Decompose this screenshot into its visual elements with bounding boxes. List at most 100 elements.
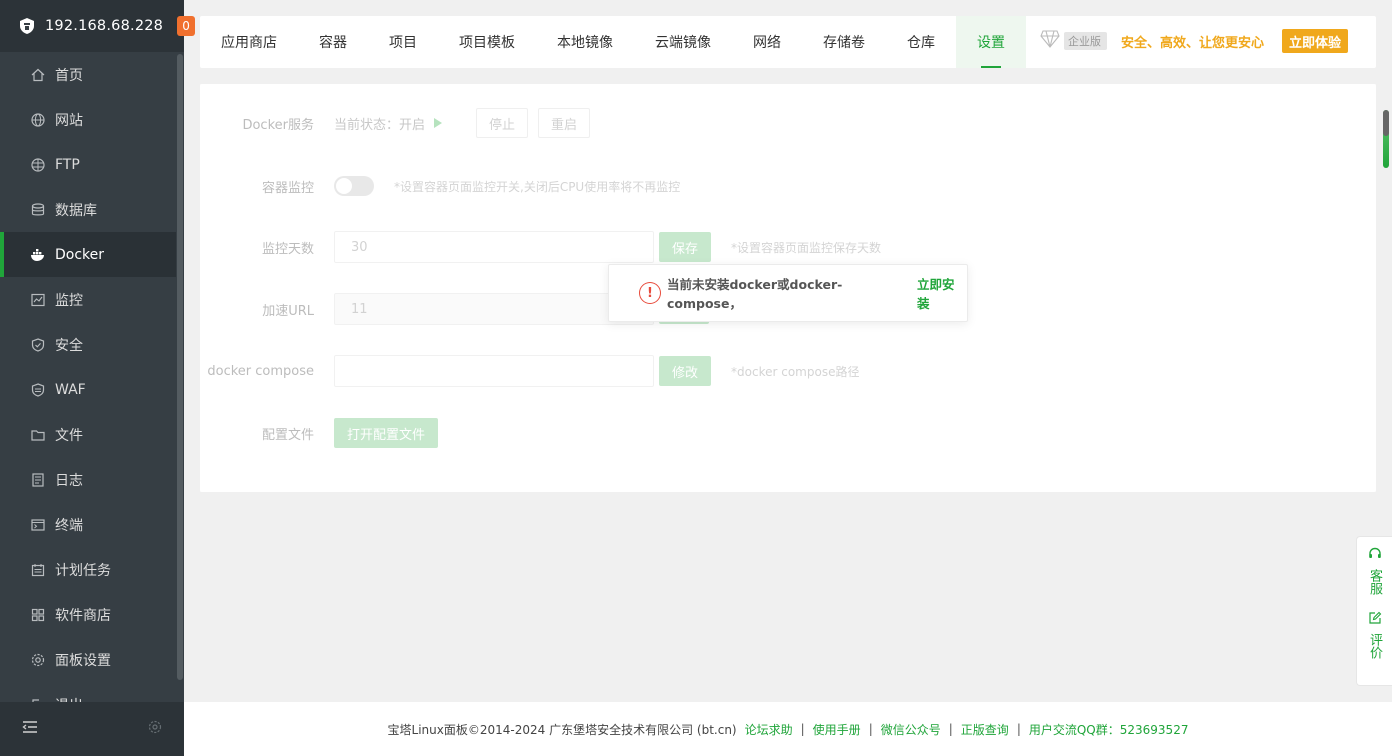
sidebar-item-label: FTP	[55, 156, 80, 173]
sidebar-item-logs[interactable]: 日志	[0, 457, 176, 502]
customer-service-button[interactable]: 客服	[1367, 547, 1382, 595]
calendar-icon	[30, 562, 46, 578]
footer-link-wechat[interactable]: 微信公众号	[881, 721, 941, 738]
sidebar-item-label: 终端	[55, 517, 83, 534]
monitor-days-label: 监控天数	[261, 241, 314, 257]
tab-volumes[interactable]: 存储卷	[802, 16, 886, 68]
footer-qq-group[interactable]: 用户交流QQ群：523693527	[1029, 721, 1189, 738]
docker-tab-bar: 应用商店 容器 项目 项目模板 本地镜像 云端镜像 网络 存储卷 仓库 设置 企…	[200, 16, 1376, 68]
footer-link-forum[interactable]: 论坛求助	[745, 721, 793, 738]
log-icon	[30, 472, 46, 488]
home-icon	[30, 67, 46, 83]
sidebar-item-label: 文件	[55, 427, 83, 444]
footer-separator: |	[948, 722, 953, 736]
terminal-icon	[30, 517, 46, 533]
sidebar-item-security[interactable]: 安全	[0, 322, 176, 367]
footer-link-manual[interactable]: 使用手册	[813, 721, 861, 738]
tab-local-images[interactable]: 本地镜像	[536, 16, 634, 68]
sidebar-item-waf[interactable]: WAF	[0, 367, 176, 412]
monitor-days-controls: 30 保存 *设置容器页面监控保存天数	[334, 231, 881, 263]
status-prefix: 当前状态：	[334, 117, 400, 133]
sidebar-item-cron[interactable]: 计划任务	[0, 547, 176, 592]
tab-settings[interactable]: 设置	[956, 16, 1026, 68]
restart-button[interactable]: 重启	[538, 108, 591, 138]
sidebar-item-store[interactable]: 软件商店	[0, 592, 176, 637]
monitor-days-hint: *设置容器页面监控保存天数	[731, 240, 882, 255]
collapse-menu-icon[interactable]	[22, 720, 38, 738]
sidebar-item-label: 日志	[55, 472, 83, 489]
review-button[interactable]: 评价	[1367, 611, 1382, 659]
page-scrollbar[interactable]	[1382, 110, 1390, 170]
tab-project-templates[interactable]: 项目模板	[438, 16, 536, 68]
footer-link-license[interactable]: 正版查询	[961, 721, 1009, 738]
sidebar-item-label: Docker	[55, 246, 105, 263]
sidebar-item-home[interactable]: 首页	[0, 52, 176, 97]
gear-icon[interactable]	[148, 720, 162, 738]
footer-separator: |	[868, 722, 873, 736]
open-config-button[interactable]: 打开配置文件	[334, 418, 439, 448]
monitor-toggle[interactable]	[334, 176, 374, 196]
sidebar-item-label: 监控	[55, 292, 83, 309]
sidebar-header: 192.168.68.228 0	[0, 0, 196, 52]
tab-registry[interactable]: 仓库	[886, 16, 956, 68]
copyright-text: 宝塔Linux面板©2014-2024 广东堡塔安全技术有限公司 (bt.cn)	[387, 722, 737, 737]
folder-icon	[30, 427, 46, 443]
tab-cloud-images[interactable]: 云端镜像	[634, 16, 732, 68]
container-monitor-label: 容器监控	[261, 180, 314, 196]
database-icon	[30, 202, 46, 218]
sidebar-item-label: 首页	[55, 67, 83, 84]
compose-path-label: docker compose	[207, 363, 314, 379]
stop-button[interactable]: 停止	[476, 108, 529, 138]
modify-button[interactable]: 修改	[659, 356, 712, 386]
sidebar-item-files[interactable]: 文件	[0, 412, 176, 457]
gear-icon	[30, 652, 46, 668]
server-ip[interactable]: 192.168.68.228	[45, 18, 163, 34]
ftp-icon	[30, 157, 46, 173]
sidebar-item-ftp[interactable]: FTP	[0, 142, 176, 187]
sidebar-item-logout[interactable]: 退出	[0, 682, 176, 702]
sidebar-item-label: 面板设置	[55, 652, 111, 669]
sidebar-scrollbar[interactable]	[176, 52, 184, 702]
try-now-button[interactable]: 立即体验	[1281, 29, 1348, 53]
notification-badge[interactable]: 0	[177, 16, 196, 36]
compose-path-input[interactable]	[334, 355, 654, 387]
container-monitor-controls: *设置容器页面监控开关,关闭后CPU使用率将不再监控	[334, 176, 680, 196]
sidebar-item-label: 安全	[55, 337, 83, 354]
shield-icon	[30, 337, 46, 353]
warning-text: 当前未安装docker或docker-compose，	[666, 277, 843, 311]
docker-service-label: Docker服务	[242, 117, 314, 133]
tab-projects[interactable]: 项目	[368, 16, 438, 68]
config-file-controls: 打开配置文件	[334, 418, 439, 448]
scroll-thumb[interactable]	[1383, 110, 1389, 136]
sidebar-item-website[interactable]: 网站	[0, 97, 176, 142]
sidebar-item-label: WAF	[55, 381, 86, 398]
review-label: 评价	[1367, 633, 1382, 659]
install-now-link[interactable]: 立即安装	[917, 274, 967, 312]
bt-logo-icon	[18, 17, 36, 35]
sidebar-item-monitor[interactable]: 监控	[0, 277, 176, 322]
sidebar-item-label: 计划任务	[55, 562, 111, 579]
sidebar-item-terminal[interactable]: 终端	[0, 502, 176, 547]
config-file-row: 配置文件 打开配置文件	[200, 417, 1376, 449]
sidebar-item-docker[interactable]: Docker	[0, 232, 176, 277]
sidebar-scroll-thumb[interactable]	[177, 54, 183, 680]
container-monitor-row: 容器监控 *设置容器页面监控开关,关闭后CPU使用率将不再监控	[200, 170, 1376, 202]
sidebar-item-database[interactable]: 数据库	[0, 187, 176, 232]
footer-separator: |	[1016, 722, 1021, 736]
footer-separator: |	[800, 722, 805, 736]
tab-app-store[interactable]: 应用商店	[200, 16, 298, 68]
float-help-panel: 客服 评价	[1356, 536, 1392, 686]
tab-network[interactable]: 网络	[732, 16, 802, 68]
config-file-label: 配置文件	[261, 427, 314, 443]
save-button[interactable]: 保存	[659, 232, 712, 262]
tab-containers[interactable]: 容器	[298, 16, 368, 68]
waf-icon	[30, 382, 46, 398]
compose-path-hint: *docker compose路径	[731, 364, 860, 379]
sidebar-item-label: 网站	[55, 112, 83, 129]
sidebar-footer	[0, 702, 184, 756]
sidebar-item-settings[interactable]: 面板设置	[0, 637, 176, 682]
promo-slogan[interactable]: 安全、高效、让您更安心	[1121, 32, 1264, 51]
monitor-days-input[interactable]: 30	[334, 231, 654, 263]
install-warning-message: ! 当前未安装docker或docker-compose， 立即安装	[608, 264, 968, 322]
mirror-url-input[interactable]: 11	[334, 293, 654, 325]
